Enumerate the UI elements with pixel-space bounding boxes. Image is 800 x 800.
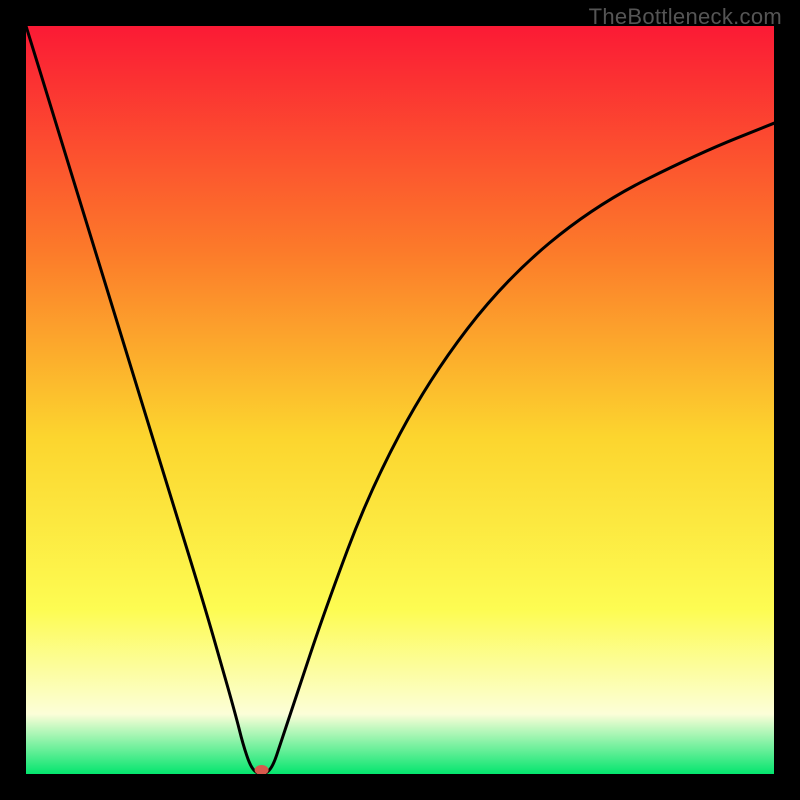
bottleneck-plot — [26, 26, 774, 774]
plot-background — [26, 26, 774, 774]
chart-frame: TheBottleneck.com — [0, 0, 800, 800]
